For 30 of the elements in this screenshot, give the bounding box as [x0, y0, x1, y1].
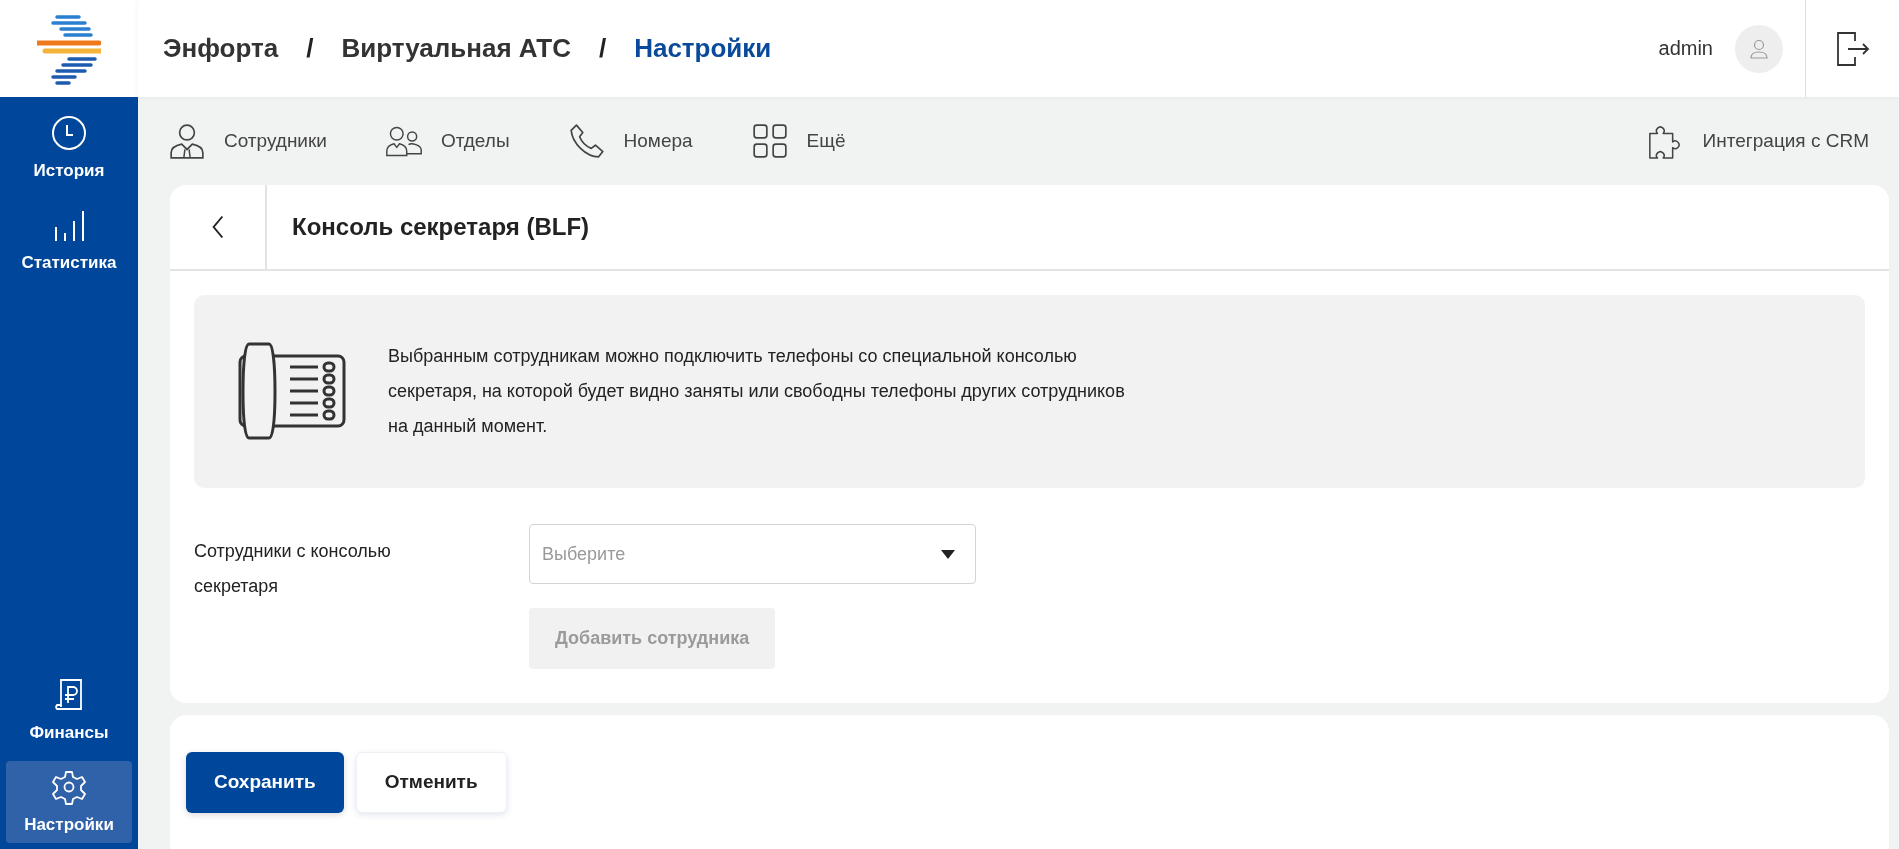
phone-icon	[567, 122, 606, 160]
sidebar-item[interactable]: История	[6, 107, 132, 189]
breadcrumb-link[interactable]: Виртуальная АТС	[341, 33, 571, 64]
breadcrumb-link[interactable]: Энфорта	[163, 33, 279, 64]
chevron-left-icon	[210, 214, 225, 240]
nav-item[interactable]: Ещё	[750, 122, 846, 160]
save-button[interactable]: Сохранить	[186, 751, 344, 813]
avatar[interactable]	[1735, 24, 1783, 73]
page-title: Консоль секретаря (BLF)	[291, 212, 590, 242]
grid-icon	[750, 122, 789, 160]
sidebar-item[interactable]: Настройки	[6, 761, 132, 843]
clock-icon	[51, 115, 87, 151]
field-label: Сотрудники с консолью секретаря	[194, 540, 392, 598]
info-text: Выбранным сотрудникам можно подключить телефоны со специальной консолью секретаря, на которой будет видно заняты или свободны телефоны других сотрудников на данный момент.	[388, 345, 1126, 438]
breadcrumb-link[interactable]: Настройки	[634, 33, 772, 64]
caret-icon	[941, 549, 955, 559]
logout-icon[interactable]	[1834, 30, 1871, 67]
logo-icon	[37, 12, 101, 85]
person-icon	[168, 122, 206, 160]
username: admin	[1658, 37, 1713, 60]
breadcrumb-separator: /	[597, 33, 608, 64]
breadcrumb-separator: /	[305, 33, 315, 64]
nav-item[interactable]: Номера	[567, 122, 693, 160]
nav-item[interactable]: Отделы	[384, 122, 510, 160]
sidebar-item[interactable]: Статистика	[6, 199, 132, 281]
crm-integration-link[interactable]: Интеграция с CRM	[1646, 122, 1869, 160]
settings-icon	[51, 769, 87, 805]
sidebar-item[interactable]: Финансы	[6, 669, 132, 751]
nav-item[interactable]: Сотрудники	[168, 122, 327, 160]
cancel-button[interactable]: Отменить	[355, 751, 507, 813]
